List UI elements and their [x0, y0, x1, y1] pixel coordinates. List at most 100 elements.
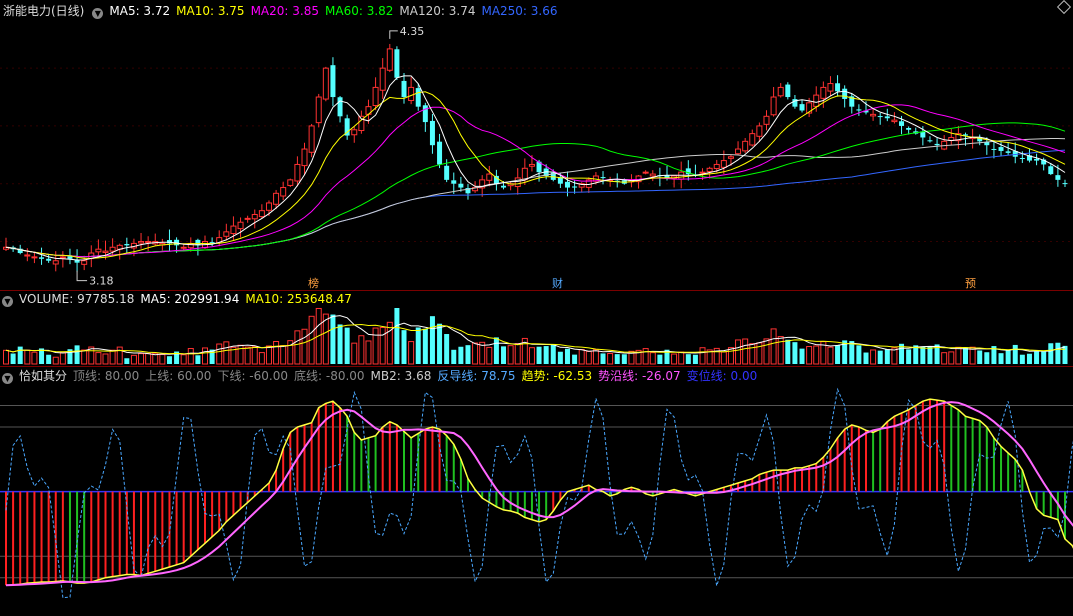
volume-bar [906, 349, 912, 364]
volume-bar [437, 323, 443, 364]
volume-bar [1034, 351, 1040, 364]
ma120-label: MA120: 3.74 [399, 4, 476, 18]
candle-body [528, 163, 535, 167]
volume-bar [273, 340, 280, 365]
candle-body [315, 96, 322, 124]
volume-bar [472, 342, 479, 365]
volume-header: ▼ VOLUME: 97785.18 MA5: 202991.94 MA10: 253… [0, 291, 358, 307]
volume-bar [984, 352, 990, 364]
chevron-down-icon[interactable]: ▼ [2, 296, 13, 307]
candle-body [600, 177, 606, 179]
candle-body [138, 240, 145, 244]
volume-bar [749, 343, 756, 365]
ma250-label: MA250: 3.66 [481, 4, 558, 18]
candle-body [280, 187, 287, 197]
candle-body [372, 86, 379, 106]
candle-body [899, 121, 905, 126]
candle-body [124, 244, 130, 246]
volume-bar [46, 354, 52, 364]
volume-bar [777, 336, 784, 365]
trend-line-label: 势沿线: -26.07 [598, 369, 681, 383]
candle-body [95, 248, 102, 253]
candle-body [870, 113, 877, 117]
chevron-down-icon[interactable]: ▼ [2, 373, 13, 384]
bottom-line-label: 底线: -80.00 [294, 369, 365, 383]
ma20-line [5, 104, 1066, 258]
volume-bar [827, 346, 834, 365]
volume-bar [372, 327, 379, 365]
volume-bar [1055, 342, 1061, 364]
candle-body [1062, 183, 1068, 185]
reverse-line-label: 反导线: 78.75 [437, 369, 516, 383]
candle-body [827, 83, 834, 92]
candle-body [763, 115, 770, 125]
volume-bar [727, 347, 734, 365]
candle-body [706, 167, 713, 172]
volume-bar [998, 353, 1004, 364]
volume-bar [294, 330, 301, 365]
candle-body [649, 173, 656, 177]
volume-bar [1041, 351, 1047, 364]
volume-bar [422, 328, 428, 364]
volume-bar [379, 327, 386, 365]
top-line-label: 顶线: 80.00 [73, 369, 140, 383]
candle-body [991, 148, 997, 150]
low-marker [76, 270, 88, 282]
volume-bar [358, 335, 365, 365]
volume-bar [124, 358, 130, 364]
candle-body [59, 256, 66, 259]
volume-bar [600, 353, 606, 364]
volume-bar [351, 342, 358, 365]
candle-body [180, 246, 187, 249]
candle-body [394, 49, 400, 78]
volume-bar [649, 352, 656, 365]
volume-bar [486, 346, 493, 365]
candle-body [998, 147, 1004, 151]
candle-body [842, 88, 848, 99]
candle-body [81, 260, 88, 265]
candle-body [486, 173, 493, 181]
mb2-label: MB2: 3.68 [370, 369, 432, 383]
volume-bar [962, 347, 968, 364]
volume-bar [742, 338, 749, 365]
volume-bar [835, 345, 841, 364]
volume-bar [870, 349, 877, 365]
volume-bar [977, 350, 983, 364]
volume-bar [735, 339, 742, 365]
volume-bar [265, 345, 272, 365]
upper-line-label: 上线: 60.00 [145, 369, 212, 383]
candle-body [856, 109, 862, 111]
candle-body [934, 143, 940, 146]
chevron-down-icon[interactable]: ▼ [92, 8, 104, 19]
volume-bar [1062, 345, 1068, 364]
candle-body [258, 210, 265, 218]
volume-bar [465, 345, 471, 364]
volume-bar [941, 352, 948, 365]
candle-body [1019, 157, 1025, 159]
candle-body [501, 185, 507, 188]
volume-bar [102, 353, 109, 365]
indicator-header: ▼ 恰如其分 顶线: 80.00 上线: 60.00 下线: -60.00 底线: -80… [0, 368, 763, 384]
volume-bar [52, 356, 59, 365]
volume-bar [74, 345, 80, 364]
candle-body [727, 156, 734, 159]
candle-body [458, 183, 464, 188]
candle-body [265, 202, 272, 211]
volume-bar [720, 351, 727, 365]
candle-body [785, 84, 791, 98]
volume-bar [955, 346, 962, 365]
volume-bar [81, 349, 88, 365]
candle-body [287, 179, 294, 186]
indicator-name: 恰如其分 [19, 369, 68, 383]
volume-ma5-line [5, 315, 1066, 356]
volume-bar [145, 353, 152, 365]
volume-bar [95, 352, 102, 365]
volume-bar [799, 348, 805, 364]
volume-bar [10, 353, 16, 364]
stock-chart-workspace[interactable]: 4.35 3.18 榜 财 预 浙能电力(日线) ▼ MA5: 3.72 MA10: 3.75… [0, 0, 1073, 613]
candle-body [564, 181, 570, 188]
ma5-label: MA5: 3.72 [109, 4, 171, 18]
candle-body [39, 257, 45, 259]
volume-bar [116, 346, 123, 365]
volume-bar [877, 350, 883, 364]
